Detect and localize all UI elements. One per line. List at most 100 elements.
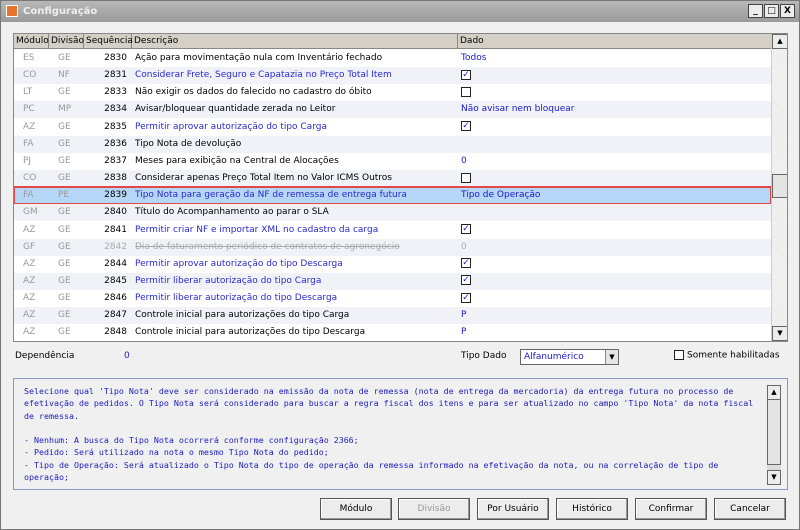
table-row[interactable]: AZ GE 2847 Controle inicial para autoriz… <box>14 307 771 325</box>
table-row[interactable]: ES GE 2830 Ação para movimentação nula c… <box>14 50 771 67</box>
config-grid[interactable]: Módulo Divisão Sequência Descrição Dado … <box>13 33 788 342</box>
cell-modulo: AZ <box>23 275 36 286</box>
dado-value: Tipo de Operação <box>461 190 541 201</box>
table-row[interactable]: GM GE 2840 Título do Acompanhamento ao p… <box>14 204 771 222</box>
grid-scrollbar[interactable]: ▲ ▼ <box>771 34 787 341</box>
cell-descricao: Não exigir os dados do falecido no cadas… <box>135 87 372 98</box>
cell-sequencia: 2835 <box>104 121 127 132</box>
divisao-button[interactable]: Divisão <box>398 498 470 520</box>
table-row[interactable]: CO NF 2831 Considerar Frete, Seguro e Ca… <box>14 67 771 85</box>
por-usuario-button[interactable]: Por Usuário <box>477 498 549 520</box>
scroll-up-icon[interactable]: ▲ <box>767 385 781 400</box>
cell-sequencia: 2839 <box>104 190 127 201</box>
tipo-dado-select[interactable]: Alfanumérico ▼ <box>520 349 619 365</box>
cell-dado[interactable]: ✓ <box>458 256 771 273</box>
unchecked-checkbox-icon[interactable] <box>461 86 471 97</box>
cell-modulo: AZ <box>23 258 36 269</box>
scroll-down-icon[interactable]: ▼ <box>767 470 781 485</box>
table-row[interactable]: AZ GE 2845 Permitir liberar autorização … <box>14 272 771 290</box>
header-modulo[interactable]: Módulo <box>14 34 49 48</box>
cell-divisao: GE <box>58 138 71 149</box>
table-row[interactable]: CO GE 2838 Considerar apenas Preço Total… <box>14 170 771 188</box>
table-row[interactable]: PJ GE 2837 Meses para exibição na Centra… <box>14 153 771 170</box>
tipo-dado-label: Tipo Dado <box>461 351 507 361</box>
cell-sequencia: 2830 <box>104 53 127 63</box>
header-divisao[interactable]: Divisão <box>49 34 84 48</box>
cell-divisao: PE <box>58 190 70 201</box>
table-row[interactable]: AZ GE 2844 Permitir aprovar autorização … <box>14 256 771 273</box>
confirmar-button[interactable]: Confirmar <box>635 498 707 520</box>
header-descricao[interactable]: Descrição <box>132 34 458 48</box>
checked-checkbox-icon[interactable]: ✓ <box>461 224 471 234</box>
cell-dado[interactable]: P <box>458 307 771 324</box>
scroll-up-icon[interactable]: ▲ <box>772 34 787 49</box>
checked-checkbox-icon[interactable]: ✓ <box>461 258 471 269</box>
cell-dado[interactable]: ✓ <box>458 119 771 136</box>
cell-sequencia: 2845 <box>104 275 127 286</box>
somente-habilitadas-checkbox[interactable]: Somente habilitadas <box>674 350 780 361</box>
cell-divisao: GE <box>58 155 71 166</box>
cell-dado[interactable] <box>458 204 771 221</box>
cell-divisao: GE <box>58 87 71 98</box>
cell-modulo: AZ <box>23 224 36 235</box>
cell-modulo: FA <box>23 190 34 201</box>
cell-dado[interactable]: P <box>458 324 771 341</box>
cell-dado[interactable] <box>458 170 771 187</box>
historico-button[interactable]: Histórico <box>556 498 628 520</box>
unchecked-checkbox-icon[interactable] <box>461 172 471 183</box>
cell-descricao: Avisar/bloquear quantidade zerada no Lei… <box>135 104 336 115</box>
cell-dado[interactable]: Não avisar nem bloquear <box>458 101 771 118</box>
maximize-button[interactable]: □ <box>764 4 779 18</box>
table-row[interactable]: AZ GE 2835 Permitir aprovar autorização … <box>14 119 771 136</box>
cell-dado[interactable]: ✓ <box>458 222 771 239</box>
cell-dado[interactable]: ✓ <box>458 273 771 290</box>
table-row[interactable]: PC MP 2834 Avisar/bloquear quantidade ze… <box>14 101 771 119</box>
cell-divisao: GE <box>58 53 71 63</box>
checked-checkbox-icon[interactable]: ✓ <box>461 121 471 132</box>
table-row[interactable]: AZ GE 2846 Permitir liberar autorização … <box>14 290 771 307</box>
cell-descricao: Ação para movimentação nula com Inventár… <box>135 53 383 63</box>
cell-modulo: CO <box>23 70 37 81</box>
cell-dado[interactable]: Todos <box>458 50 771 67</box>
checked-checkbox-icon[interactable]: ✓ <box>461 275 471 286</box>
cell-modulo: LT <box>23 87 33 98</box>
cell-dado[interactable]: 0 <box>458 239 771 256</box>
checkbox-icon[interactable] <box>674 350 684 360</box>
scroll-thumb[interactable] <box>767 399 781 465</box>
description-box[interactable]: Selecione qual 'Tipo Nota' deve ser cons… <box>13 378 788 490</box>
cell-dado[interactable]: 0 <box>458 153 771 170</box>
table-row[interactable]: FA GE 2836 Tipo Nota de devolução <box>14 135 771 153</box>
checked-checkbox-icon[interactable]: ✓ <box>461 69 471 80</box>
header-dado[interactable]: Dado <box>458 34 772 48</box>
cell-descricao: Controle inicial para autorizações do ti… <box>135 327 366 338</box>
cell-dado[interactable] <box>458 136 771 153</box>
modulo-button[interactable]: Módulo <box>320 498 392 520</box>
scroll-down-icon[interactable]: ▼ <box>772 326 787 341</box>
dado-value: P <box>461 327 467 338</box>
cell-modulo: AZ <box>23 327 36 338</box>
table-row[interactable]: FA PE 2839 Tipo Nota para geração da NF … <box>14 186 772 206</box>
description-scrollbar[interactable]: ▲ ▼ <box>767 385 781 485</box>
cancelar-button[interactable]: Cancelar <box>714 498 786 520</box>
header-sequencia[interactable]: Sequência <box>84 34 133 48</box>
cell-sequencia: 2837 <box>104 155 127 166</box>
chevron-down-icon[interactable]: ▼ <box>605 350 618 364</box>
table-row[interactable]: GF GE 2842 Dia de faturamento periódico … <box>14 238 771 256</box>
description-text: Selecione qual 'Tipo Nota' deve ser cons… <box>24 386 754 483</box>
minimize-button[interactable]: _ <box>748 4 763 18</box>
table-row[interactable]: AZ GE 2848 Controle inicial para autoriz… <box>14 324 771 341</box>
scroll-thumb[interactable] <box>772 174 787 198</box>
cell-sequencia: 2838 <box>104 173 127 184</box>
table-row[interactable]: AZ GE 2841 Permitir criar NF e importar … <box>14 222 771 239</box>
cell-descricao: Dia de faturamento periódico de contrato… <box>135 241 400 252</box>
cell-dado[interactable]: Tipo de Operação <box>458 187 771 204</box>
checked-checkbox-icon[interactable]: ✓ <box>461 292 471 303</box>
dado-value: Todos <box>461 53 487 63</box>
cell-modulo: PJ <box>23 155 32 166</box>
cell-dado[interactable]: ✓ <box>458 290 771 307</box>
close-button[interactable]: X <box>780 4 795 18</box>
cell-modulo: GM <box>23 207 38 218</box>
cell-dado[interactable] <box>458 84 771 101</box>
table-row[interactable]: LT GE 2833 Não exigir os dados do faleci… <box>14 84 771 101</box>
cell-dado[interactable]: ✓ <box>458 67 771 84</box>
